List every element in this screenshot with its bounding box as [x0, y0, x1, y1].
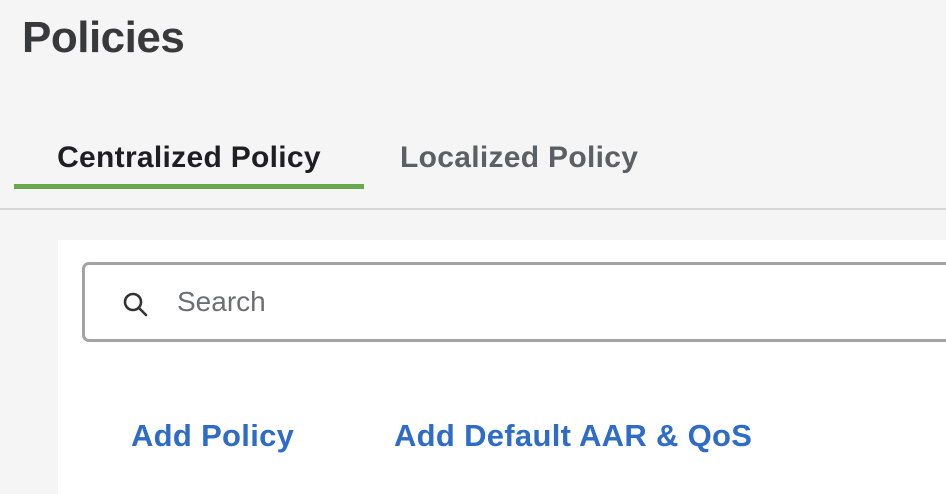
tab-centralized-policy[interactable]: Centralized Policy: [14, 140, 364, 176]
search-input[interactable]: [177, 277, 877, 327]
add-policy-button[interactable]: Add Policy: [131, 416, 294, 456]
add-default-aar-qos-button[interactable]: Add Default AAR & QoS: [394, 416, 752, 456]
policy-panel: Add Policy Add Default AAR & QoS: [58, 240, 946, 494]
search-box[interactable]: [82, 262, 946, 342]
active-tab-indicator: [14, 184, 364, 189]
tab-localized-policy[interactable]: Localized Policy: [400, 140, 638, 176]
policy-tabs: Centralized Policy Localized Policy: [0, 130, 946, 210]
page-title: Policies: [22, 13, 185, 62]
search-icon: [123, 292, 148, 317]
